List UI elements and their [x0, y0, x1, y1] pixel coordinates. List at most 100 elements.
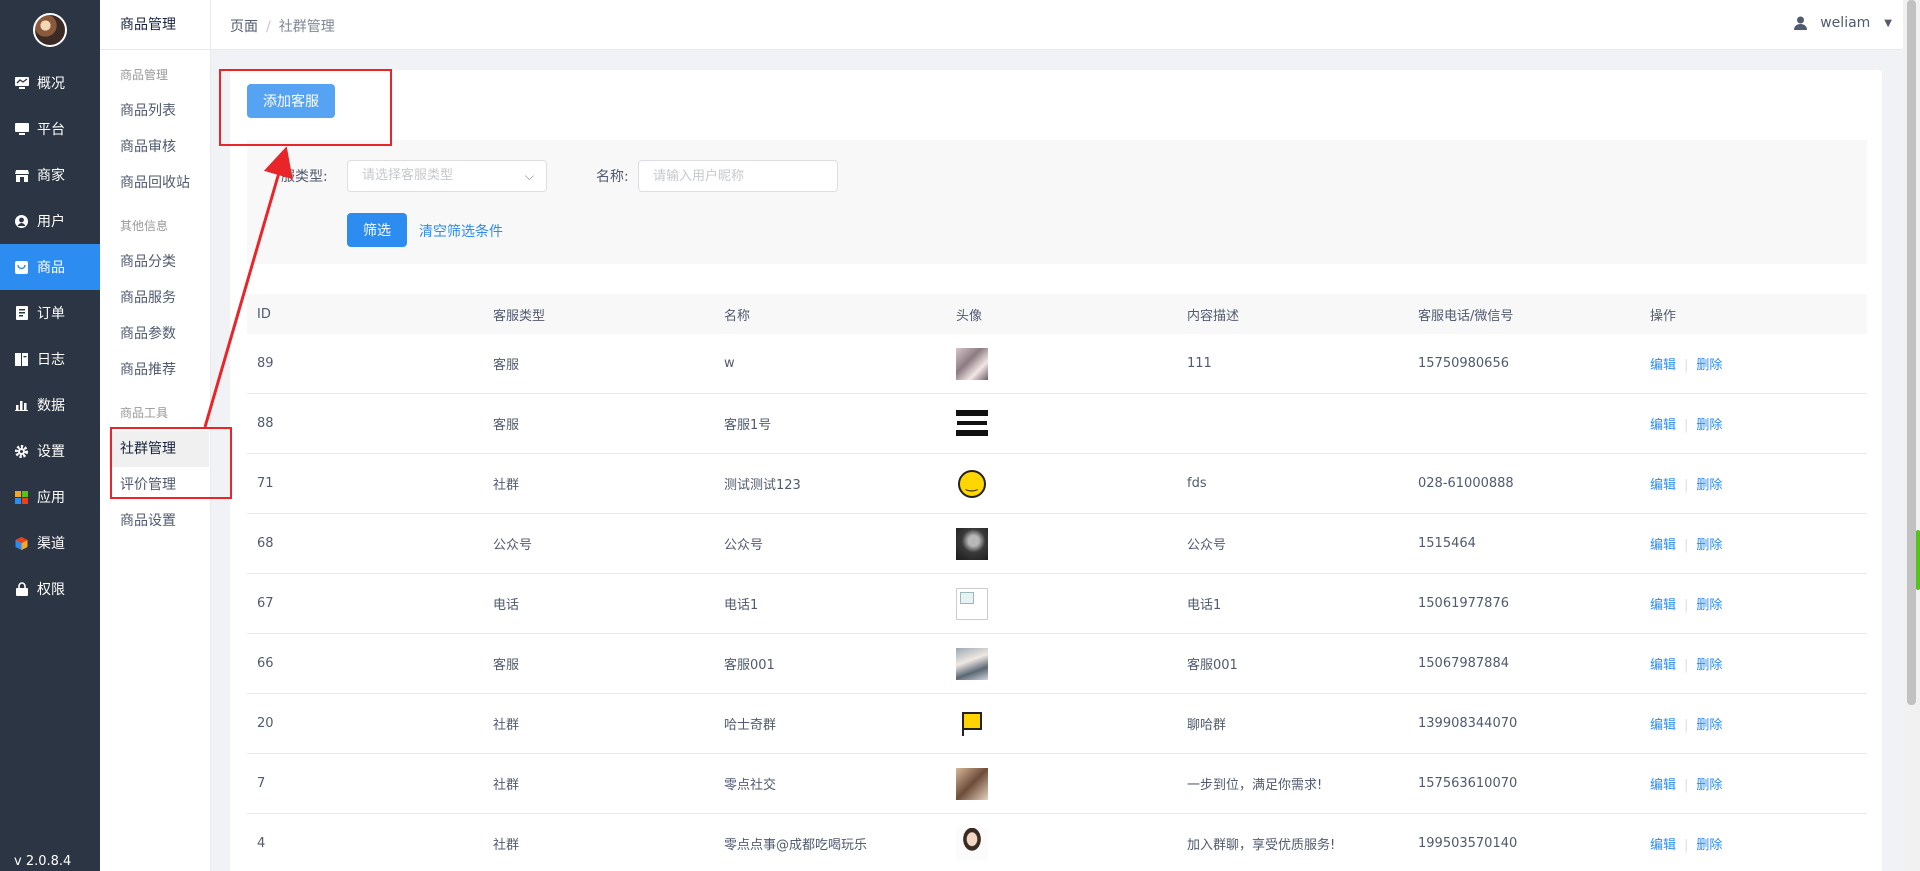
cell-avatar	[946, 827, 1177, 860]
table-row: 71 社群 测试测试123 fds 028-61000888 编辑 | 删除	[247, 454, 1867, 514]
action-divider: |	[1684, 538, 1689, 553]
edit-link[interactable]: 编辑	[1650, 358, 1676, 373]
delete-link[interactable]: 删除	[1696, 778, 1722, 793]
nav-item-label: 概况	[37, 76, 65, 92]
cell-avatar	[946, 347, 1177, 380]
table-row: 4 社群 零点点事@成都吃喝玩乐 加入群聊，享受优质服务! 1995035701…	[247, 814, 1867, 871]
delete-link[interactable]: 删除	[1696, 478, 1722, 493]
clear-filter-link[interactable]: 清空筛选条件	[419, 221, 503, 241]
subnav-item-goods-list[interactable]: 商品列表	[100, 93, 210, 129]
nav-item-settings[interactable]: 设置	[0, 428, 100, 474]
delete-link[interactable]: 删除	[1696, 598, 1722, 613]
nav-item-channel[interactable]: 渠道	[0, 520, 100, 566]
subnav-item-goods-recycle[interactable]: 商品回收站	[100, 165, 210, 201]
user-icon	[1794, 16, 1808, 30]
edit-link[interactable]: 编辑	[1650, 478, 1676, 493]
monitor-icon	[14, 76, 29, 91]
delete-link[interactable]: 删除	[1696, 538, 1722, 553]
cell-actions: 编辑 | 删除	[1640, 714, 1867, 733]
edit-link[interactable]: 编辑	[1650, 658, 1676, 673]
cell-name: 客服001	[724, 658, 775, 673]
subnav-item-recommend[interactable]: 商品推荐	[100, 352, 210, 388]
cell-name: w	[724, 356, 735, 371]
nav-item-label: 日志	[37, 352, 65, 368]
user-menu[interactable]: weliam ▼	[1794, 15, 1892, 31]
cell-type: 社群	[493, 478, 520, 493]
avatar-photo-icon	[956, 647, 988, 680]
cell-desc: 加入群聊，享受优质服务!	[1187, 838, 1336, 853]
table-row: 66 客服 客服001 客服001 15067987884 编辑 | 删除	[247, 634, 1867, 694]
breadcrumb-item[interactable]: 页面	[230, 19, 258, 35]
nav-item-label: 用户	[37, 214, 65, 230]
cell-actions: 编辑 | 删除	[1640, 834, 1867, 853]
nav-item-overview[interactable]: 概况	[0, 60, 100, 106]
filter-button[interactable]: 筛选	[347, 213, 407, 247]
gear-icon	[14, 444, 29, 459]
cell-name: 客服1号	[724, 418, 772, 433]
cell-contact: 15067987884	[1418, 656, 1509, 671]
nav-item-label: 数据	[37, 398, 65, 414]
nav-item-merchant[interactable]: 商家	[0, 152, 100, 198]
name-input[interactable]	[638, 160, 838, 192]
scrollbar-thumb[interactable]	[1907, 0, 1916, 705]
nav-item-order[interactable]: 订单	[0, 290, 100, 336]
edit-link[interactable]: 编辑	[1650, 538, 1676, 553]
cell-name: 零点点事@成都吃喝玩乐	[724, 838, 868, 853]
edit-link[interactable]: 编辑	[1650, 838, 1676, 853]
subnav-item-goods-review[interactable]: 商品审核	[100, 129, 210, 165]
nav-item-user[interactable]: 用户	[0, 198, 100, 244]
app-logo[interactable]	[33, 13, 67, 47]
subnav-group-label: 商品管理	[120, 68, 169, 82]
avatar-photo-icon	[956, 527, 988, 560]
cell-type: 电话	[493, 598, 520, 613]
edit-link[interactable]: 编辑	[1650, 778, 1676, 793]
nav-item-goods[interactable]: 商品	[0, 244, 100, 290]
breadcrumb-separator: /	[266, 19, 271, 35]
nav-item-platform[interactable]: 平台	[0, 106, 100, 152]
cell-actions: 编辑 | 删除	[1640, 474, 1867, 493]
nav-item-label: 设置	[37, 444, 65, 460]
cube-icon	[14, 536, 29, 551]
nav-item-permission[interactable]: 权限	[0, 566, 100, 612]
table-row: 68 公众号 公众号 公众号 1515464 编辑 | 删除	[247, 514, 1867, 574]
table-row: 89 客服 w 111 15750980656 编辑 | 删除	[247, 334, 1867, 394]
cell-avatar	[946, 647, 1177, 680]
delete-link[interactable]: 删除	[1696, 838, 1722, 853]
delete-link[interactable]: 删除	[1696, 718, 1722, 733]
user-name: weliam	[1820, 15, 1871, 31]
desktop-icon	[14, 122, 29, 137]
subnav-item-params[interactable]: 商品参数	[100, 316, 210, 352]
nav-item-label: 商品	[37, 260, 65, 276]
delete-link[interactable]: 删除	[1696, 418, 1722, 433]
action-divider: |	[1684, 358, 1689, 373]
action-divider: |	[1684, 598, 1689, 613]
edit-link[interactable]: 编辑	[1650, 418, 1676, 433]
service-type-select[interactable]: 请选择客服类型 ⌵	[347, 160, 547, 192]
page-scrollbar[interactable]	[1903, 0, 1920, 871]
nav-item-data[interactable]: 数据	[0, 382, 100, 428]
subnav-title: 商品管理	[100, 0, 210, 50]
cell-desc: 公众号	[1187, 538, 1227, 553]
nav-item-log[interactable]: 日志	[0, 336, 100, 382]
cell-id: 89	[257, 356, 274, 371]
cell-id: 20	[257, 716, 274, 731]
action-divider: |	[1684, 838, 1689, 853]
edit-link[interactable]: 编辑	[1650, 598, 1676, 613]
delete-link[interactable]: 删除	[1696, 358, 1722, 373]
cell-actions: 编辑 | 删除	[1640, 354, 1867, 373]
action-divider: |	[1684, 778, 1689, 793]
user-icon	[14, 214, 29, 229]
nav-item-label: 订单	[37, 306, 65, 322]
cell-contact: 15750980656	[1418, 356, 1509, 371]
cell-type: 社群	[493, 718, 520, 733]
subnav-item-service[interactable]: 商品服务	[100, 280, 210, 316]
delete-link[interactable]: 删除	[1696, 658, 1722, 673]
subnav-item-goods-settings[interactable]: 商品设置	[100, 503, 210, 539]
cell-id: 71	[257, 476, 274, 491]
top-header: 页面 / 社群管理 weliam ▼	[211, 0, 1920, 50]
nav-item-apps[interactable]: 应用	[0, 474, 100, 520]
chevron-down-icon: ⌵	[524, 169, 534, 183]
scroll-indicator	[1916, 530, 1920, 590]
subnav-item-category[interactable]: 商品分类	[100, 244, 210, 280]
edit-link[interactable]: 编辑	[1650, 718, 1676, 733]
